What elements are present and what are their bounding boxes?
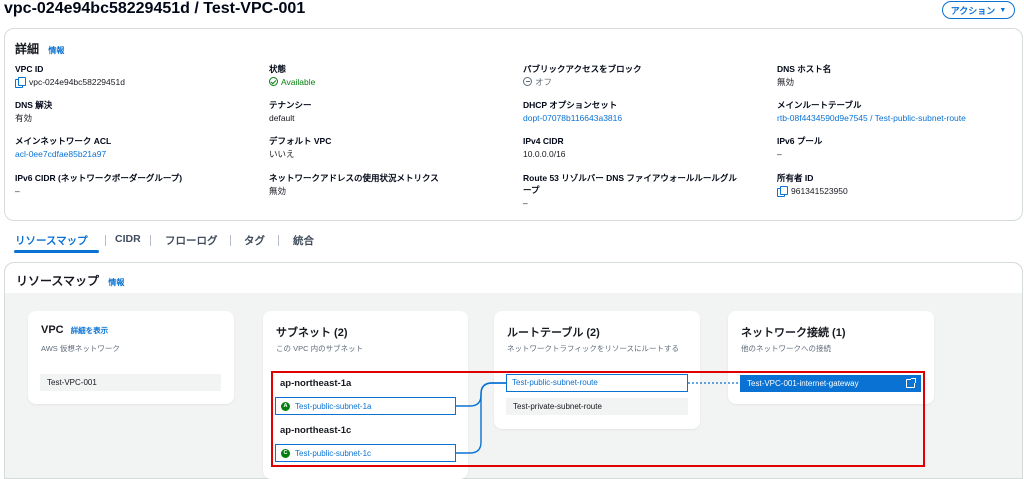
tab-bar: リソースマップ CIDR フローログ タグ 統合 [4, 228, 1023, 254]
resource-map-header: リソースマップ 情報 [5, 263, 1022, 293]
vpc-panel: VPC 詳細を表示 AWS 仮想ネットワーク Test-VPC-001 [28, 311, 234, 404]
field-default-vpc: デフォルト VPC いいえ [269, 135, 509, 161]
field-dns-hostname: DNS ホスト名 無効 [777, 63, 1017, 89]
tab-divider [230, 235, 231, 246]
default-vpc-label: デフォルト VPC [269, 136, 332, 146]
vpc-panel-title-text: VPC [41, 324, 64, 336]
ipv6-pool-value: – [777, 149, 782, 159]
ipv6-cidr-value: – [15, 186, 20, 196]
page-title: vpc-024e94bc58229451d / Test-VPC-001 [4, 0, 306, 17]
main-acl-label: メインネットワーク ACL [15, 136, 112, 146]
details-panel: 詳細 情報 VPC ID vpc-024e94bc58229451d DNS 解… [4, 28, 1023, 221]
tab-divider [105, 235, 106, 246]
details-info-link[interactable]: 情報 [48, 46, 64, 55]
resource-map-info-link[interactable]: 情報 [108, 278, 124, 287]
subnets-panel-subtitle: この VPC 内のサブネット [276, 344, 364, 353]
field-net-metrics: ネットワークアドレスの使用状況メトリクス 無効 [269, 172, 509, 198]
vpc-panel-subtitle: AWS 仮想ネットワーク [41, 344, 120, 353]
network-connections-panel-subtitle: 他のネットワークへの接続 [741, 344, 831, 353]
off-icon [523, 77, 532, 86]
caret-down-icon: ▼ [999, 6, 1007, 14]
tenancy-value: default [269, 113, 295, 123]
tab-tags[interactable]: タグ [244, 233, 265, 248]
tab-resource-map[interactable]: リソースマップ [15, 233, 88, 248]
field-status: 状態 Available [269, 63, 509, 89]
details-title: 詳細 情報 [15, 40, 64, 57]
ipv6-pool-label: IPv6 プール [777, 136, 823, 146]
main-acl-link[interactable]: acl-0ee7cdfae85b21a97 [15, 147, 255, 161]
vpc-id-label: VPC ID [15, 64, 44, 74]
field-vpc-id: VPC ID vpc-024e94bc58229451d [15, 63, 255, 89]
route53-label-line1: Route 53 リゾルバー DNS ファイアウォールルールグル [523, 173, 737, 183]
tab-cidr[interactable]: CIDR [115, 233, 141, 245]
field-ipv6-cidr: IPv6 CIDR (ネットワークボーダーグループ) – [15, 172, 255, 198]
tab-divider [150, 235, 151, 246]
ipv6-cidr-label: IPv6 CIDR (ネットワークボーダーグループ) [15, 173, 183, 183]
tab-flow-logs[interactable]: フローログ [165, 233, 218, 248]
field-dhcp: DHCP オプションセット dopt-07078b116643a3816 [523, 99, 763, 125]
dns-resolution-value: 有効 [15, 113, 33, 123]
vpc-id-value: vpc-024e94bc58229451d [29, 77, 125, 87]
field-main-route-table: メインルートテーブル rtb-08f4434590d9e7545 / Test-… [777, 99, 1017, 125]
copy-icon[interactable] [777, 186, 788, 197]
details-title-text: 詳細 [15, 42, 40, 56]
ipv4-cidr-label: IPv4 CIDR [523, 136, 564, 146]
public-access-value: オフ [535, 77, 553, 87]
net-metrics-label: ネットワークアドレスの使用状況メトリクス [269, 173, 439, 183]
highlight-box [271, 371, 925, 467]
default-vpc-value: いいえ [269, 149, 295, 159]
field-owner: 所有者 ID 961341523950 [777, 172, 1017, 198]
field-route53: Route 53 リゾルバー DNS ファイアウォールルールグル ープ – [523, 172, 763, 210]
route53-value: – [523, 198, 528, 208]
dhcp-link[interactable]: dopt-07078b116643a3816 [523, 111, 763, 125]
actions-dropdown-button[interactable]: アクション ▼ [942, 1, 1015, 19]
field-main-acl: メインネットワーク ACL acl-0ee7cdfae85b21a97 [15, 135, 255, 161]
field-ipv6-pool: IPv6 プール – [777, 135, 1017, 161]
resource-map-title-text: リソースマップ [16, 274, 100, 288]
field-ipv4-cidr: IPv4 CIDR 10.0.0.0/16 [523, 135, 763, 161]
route-tables-panel-title: ルートテーブル (2) [507, 327, 600, 339]
tab-integrations[interactable]: 統合 [293, 233, 314, 248]
route-tables-panel-subtitle: ネットワークトラフィックをリソースにルートする [507, 344, 679, 353]
main-route-table-link[interactable]: rtb-08f4434590d9e7545 / Test-public-subn… [777, 111, 1017, 125]
status-label: 状態 [269, 64, 287, 74]
active-tab-indicator [14, 250, 99, 253]
network-connections-panel-title: ネットワーク接続 (1) [741, 327, 846, 339]
route53-label-line2: ープ [523, 185, 540, 195]
dhcp-label: DHCP オプションセット [523, 100, 618, 110]
tab-divider [278, 235, 279, 246]
vpc-panel-title: VPC 詳細を表示 [41, 324, 108, 336]
dns-hostname-value: 無効 [777, 77, 795, 87]
field-public-access: パブリックアクセスをブロック オフ [523, 63, 763, 89]
tenancy-label: テナンシー [269, 100, 312, 110]
net-metrics-value: 無効 [269, 186, 287, 196]
copy-icon[interactable] [15, 77, 26, 88]
main-route-table-label: メインルートテーブル [777, 100, 862, 110]
status-value: Available [281, 77, 316, 87]
actions-label: アクション [950, 5, 996, 16]
owner-label: 所有者 ID [777, 173, 814, 183]
status-check-icon [269, 77, 278, 86]
vpc-detail-link[interactable]: 詳細を表示 [71, 326, 109, 335]
field-tenancy: テナンシー default [269, 99, 509, 125]
public-access-label: パブリックアクセスをブロック [523, 64, 642, 74]
ipv4-cidr-value: 10.0.0.0/16 [523, 149, 566, 159]
dns-hostname-label: DNS ホスト名 [777, 64, 832, 74]
field-dns-resolution: DNS 解決 有効 [15, 99, 255, 125]
resource-map-title: リソースマップ 情報 [16, 272, 124, 289]
subnets-panel-title: サブネット (2) [276, 327, 348, 339]
vpc-item[interactable]: Test-VPC-001 [40, 374, 221, 391]
owner-value: 961341523950 [791, 186, 848, 196]
dns-resolution-label: DNS 解決 [15, 100, 53, 110]
